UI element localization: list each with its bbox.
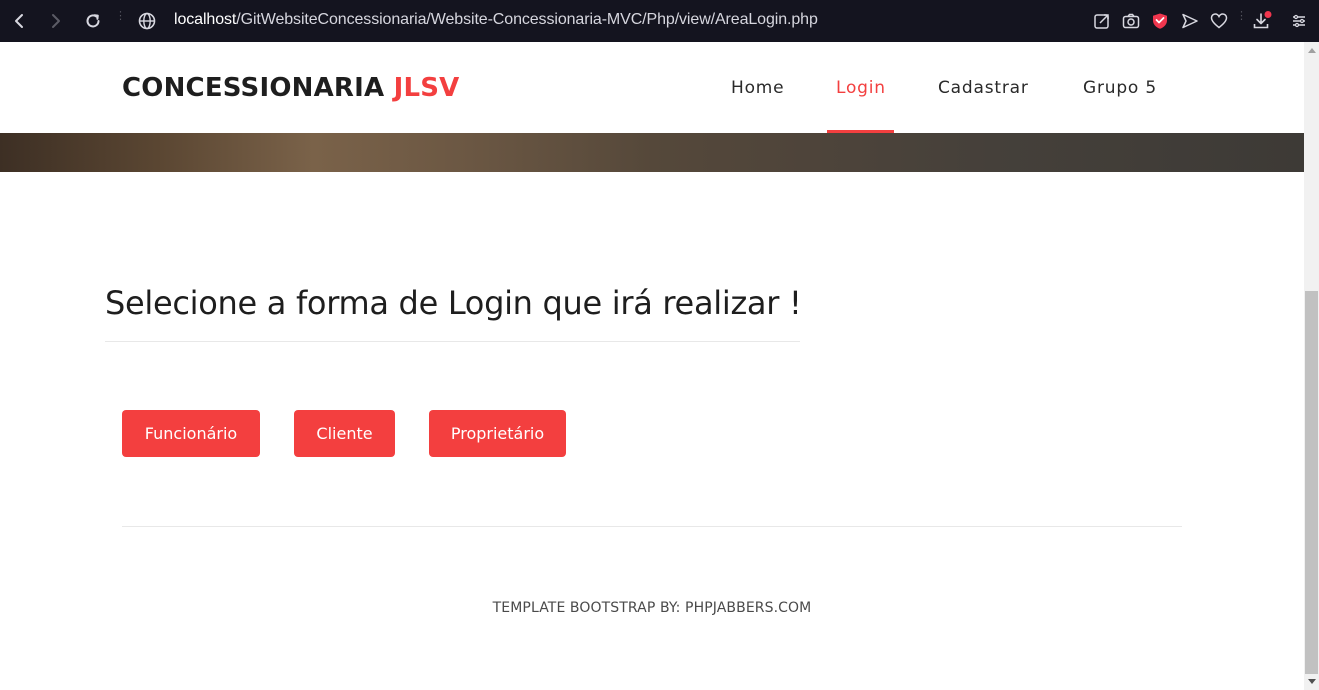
nav-cadastrar[interactable]: Cadastrar <box>938 78 1029 98</box>
scroll-up-icon[interactable] <box>1304 42 1319 58</box>
scroll-thumb[interactable] <box>1305 291 1318 674</box>
browser-toolbar: ⋮ localhost/GitWebsiteConcessionaria/Web… <box>0 0 1319 42</box>
menu-icon[interactable] <box>1287 0 1311 42</box>
nav-home[interactable]: Home <box>731 78 784 98</box>
reload-icon[interactable] <box>79 0 107 42</box>
shield-icon[interactable] <box>1148 0 1172 42</box>
site-header: CONCESSIONARIA JLSV Home Login Cadastrar… <box>0 42 1304 133</box>
back-icon[interactable] <box>5 0 33 42</box>
footer-divider <box>122 526 1182 527</box>
footer-credit: TEMPLATE BOOTSTRAP BY: PHPJABBERS.COM <box>492 600 812 616</box>
scroll-down-icon[interactable] <box>1304 674 1319 690</box>
download-icon[interactable] <box>1250 0 1274 42</box>
forward-icon[interactable] <box>42 0 70 42</box>
brand-main: CONCESSIONARIA <box>122 73 394 103</box>
url-host: localhost <box>174 11 237 28</box>
address-bar[interactable]: localhost/GitWebsiteConcessionaria/Websi… <box>174 11 818 29</box>
share-icon[interactable] <box>1090 0 1114 42</box>
site-info-icon[interactable] <box>133 0 161 42</box>
proprietario-button[interactable]: Proprietário <box>429 410 566 457</box>
nav-grupo-5[interactable]: Grupo 5 <box>1083 78 1157 98</box>
cliente-button[interactable]: Cliente <box>294 410 395 457</box>
brand-accent: JLSV <box>393 73 460 103</box>
nav-login[interactable]: Login <box>836 78 886 98</box>
heading-divider <box>105 341 800 342</box>
funcionario-button[interactable]: Funcionário <box>122 410 260 457</box>
separator-icon: ⋮ <box>115 10 126 22</box>
hero-image <box>0 133 1304 172</box>
heart-icon[interactable] <box>1207 0 1231 42</box>
page-heading: Selecione a forma de Login que irá reali… <box>105 284 802 322</box>
url-path: /GitWebsiteConcessionaria/Website-Conces… <box>236 11 818 28</box>
send-icon[interactable] <box>1178 0 1202 42</box>
camera-icon[interactable] <box>1119 0 1143 42</box>
brand-logo[interactable]: CONCESSIONARIA JLSV <box>122 73 460 103</box>
separator-icon: ⋮ <box>1236 10 1247 22</box>
page-scrollbar[interactable] <box>1304 42 1319 690</box>
